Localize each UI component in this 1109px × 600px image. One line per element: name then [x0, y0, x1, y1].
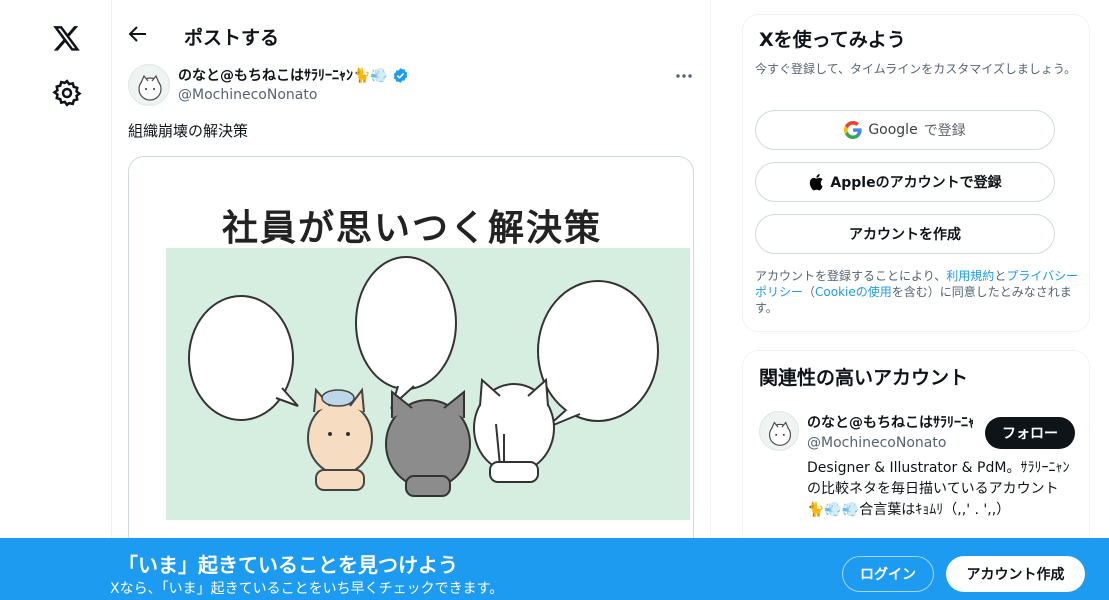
apple-signup-label: Appleのアカウントで登録: [830, 175, 1002, 191]
follow-button[interactable]: フォロー: [985, 417, 1075, 449]
terms-of-service-link[interactable]: 利用規約: [946, 269, 994, 283]
x-logo-icon[interactable]: [48, 20, 86, 58]
avatar[interactable]: [128, 64, 170, 106]
terms-text: アカウントを登録することにより、利用規約とプライバシーポリシー（Cookieの使…: [755, 268, 1085, 316]
related-account-name[interactable]: のなと@もちねこはｻﾗﾘｰﾆｬﾝ: [807, 412, 973, 432]
apple-signup-button[interactable]: Appleのアカウントで登録: [755, 162, 1055, 202]
avatar[interactable]: [759, 411, 799, 451]
comic-panel: [166, 248, 690, 520]
verified-badge-icon: [392, 67, 409, 84]
bottom-bar-title: 「いま」起きていることを見つけよう: [118, 553, 458, 577]
create-account-label: アカウントを作成: [849, 227, 961, 243]
apple-icon: [808, 173, 824, 191]
back-arrow-icon[interactable]: [126, 22, 154, 50]
author-name[interactable]: のなと@もちねこはｻﾗﾘｰﾆｬﾝ🐈💨: [178, 65, 409, 85]
cookie-use-link[interactable]: Cookieの使用: [815, 285, 892, 299]
related-title: 関連性の高いアカウント: [759, 367, 969, 389]
google-signup-label-suffix: で登録: [923, 123, 966, 139]
related-account-handle[interactable]: @MochinecoNonato: [807, 435, 946, 451]
main-column: ポストする のなと@もちねこはｻﾗﾘｰﾆｬﾝ🐈💨 @MochinecoNonat…: [112, 0, 711, 600]
comic-title: 社員が思いつく解決策: [221, 208, 602, 249]
signup-button[interactable]: アカウント作成: [946, 556, 1085, 592]
page-title: ポストする: [184, 27, 280, 49]
terms-prefix: アカウントを登録することにより、: [755, 269, 947, 283]
author-name-text[interactable]: のなと@もちねこはｻﾗﾘｰﾆｬﾝ🐈💨: [178, 65, 388, 85]
create-account-button[interactable]: アカウントを作成: [755, 214, 1055, 254]
author-handle[interactable]: @MochinecoNonato: [178, 87, 317, 103]
bottom-bar-subtitle: Xなら、「いま」起きていることをいち早くチェックできます。: [110, 581, 504, 597]
header-bar: ポストする: [112, 0, 711, 72]
terms-paren: （: [803, 285, 816, 299]
post-image[interactable]: 社員が思いつく解決策: [128, 156, 694, 556]
post-text: 組織崩壊の解決策: [128, 122, 249, 140]
more-icon[interactable]: [674, 66, 694, 86]
bottom-signup-bar: 「いま」起きていることを見つけよう Xなら、「いま」起きていることをいち早くチェ…: [0, 538, 1109, 600]
related-account-name-text[interactable]: のなと@もちねこはｻﾗﾘｰﾆｬﾝ: [807, 412, 973, 432]
google-signup-label: Google: [868, 122, 918, 138]
login-button[interactable]: ログイン: [842, 556, 934, 592]
left-navigation: [0, 0, 112, 600]
signup-subtitle: 今すぐ登録して、タイムラインをカスタマイズしましょう。: [755, 62, 1077, 76]
google-icon: [844, 121, 862, 139]
google-signup-button[interactable]: Google で登録: [755, 110, 1055, 150]
related-account-bio: Designer & Illustrator & PdM。ｻﾗﾘｰﾆｬﾝの比較ネ…: [807, 460, 1070, 518]
signup-card: Xを使ってみよう 今すぐ登録して、タイムラインをカスタマイズしましょう。 Goo…: [742, 14, 1090, 332]
terms-and: と: [994, 269, 1007, 283]
signup-title: Xを使ってみよう: [759, 29, 906, 51]
gear-icon[interactable]: [52, 78, 82, 108]
